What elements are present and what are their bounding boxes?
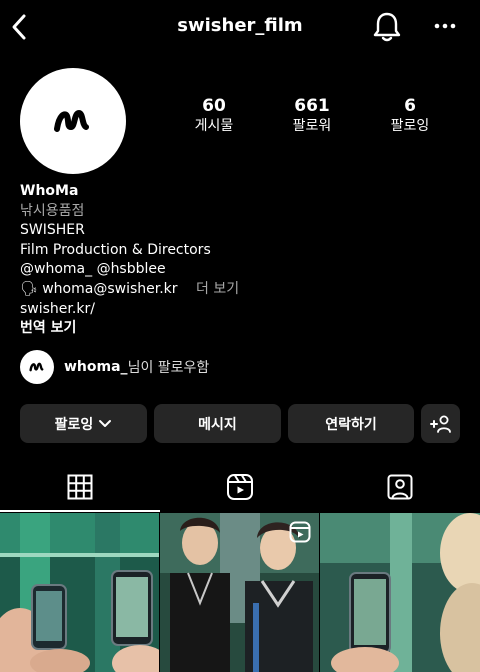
posts-label: 게시물 <box>194 118 234 134</box>
notifications-button[interactable] <box>370 10 404 44</box>
bio-email-line: 🗣 whoma@swisher.kr 더 보기 <box>20 280 460 300</box>
following-stat[interactable]: 6 팔로잉 <box>370 96 450 136</box>
post-image <box>0 513 159 672</box>
display-name: WhoMa <box>20 183 79 199</box>
active-tab-indicator <box>0 510 160 512</box>
translate-link[interactable]: 번역 보기 <box>20 319 460 339</box>
followers-stat[interactable]: 661 팔로워 <box>272 96 352 136</box>
email-text[interactable]: whoma@swisher.kr <box>42 281 177 297</box>
followers-count: 661 <box>294 96 330 116</box>
post-image <box>320 513 480 672</box>
bio-line-1: SWISHER <box>20 222 85 239</box>
whoma-logo-icon <box>29 362 44 372</box>
more-options-button[interactable] <box>430 12 460 40</box>
profile-bio: WhoMa 낚시용품점 SWISHER Film Production & Di… <box>20 182 460 339</box>
mention-link[interactable]: @whoma_ <box>20 261 92 277</box>
add-person-icon <box>429 415 451 433</box>
profile-category: 낚시용품점 <box>20 202 85 219</box>
message-button-label: 메시지 <box>198 416 237 433</box>
top-bar: swisher_film <box>0 0 480 56</box>
following-label: 팔로잉 <box>390 118 430 134</box>
tab-tagged[interactable] <box>383 470 417 504</box>
grid-icon <box>67 474 93 500</box>
followed-by-row[interactable]: whoma_ 님이 팔로우함 <box>20 349 460 385</box>
following-button[interactable]: 팔로잉 <box>20 404 147 443</box>
profile-tabs <box>0 462 480 512</box>
posts-grid <box>0 513 480 672</box>
contact-button-label: 연락하기 <box>325 416 377 433</box>
bell-icon <box>373 12 401 42</box>
see-more-link[interactable]: 더 보기 <box>196 281 239 297</box>
follower-name[interactable]: whoma_ <box>64 359 128 375</box>
tab-posts-grid[interactable] <box>63 470 97 504</box>
post-thumbnail[interactable] <box>0 513 159 672</box>
bio-line-2: Film Production & Directors <box>20 241 211 258</box>
posts-count: 60 <box>202 96 226 116</box>
followed-by-suffix: 님이 팔로우함 <box>127 360 210 376</box>
post-thumbnail[interactable] <box>320 513 480 672</box>
following-button-label: 팔로잉 <box>54 416 94 433</box>
more-icon <box>434 23 456 29</box>
swisher-logo-icon <box>54 110 89 132</box>
tagged-icon <box>387 474 413 500</box>
profile-avatar[interactable] <box>20 68 126 174</box>
chevron-down-icon <box>99 419 112 427</box>
speaking-head-icon: 🗣 <box>20 280 38 297</box>
message-button[interactable]: 메시지 <box>154 404 281 443</box>
posts-stat[interactable]: 60 게시물 <box>174 96 254 136</box>
tab-reels[interactable] <box>223 470 257 504</box>
bio-mentions: @whoma_ @hsbblee <box>20 260 460 280</box>
reels-badge-icon <box>289 521 311 547</box>
follower-avatar[interactable] <box>20 350 54 384</box>
reels-icon <box>227 474 253 500</box>
website-link[interactable]: swisher.kr/ <box>20 300 460 320</box>
mention-link[interactable]: @hsbblee <box>97 261 166 277</box>
followers-label: 팔로워 <box>292 118 332 134</box>
add-person-button[interactable] <box>421 404 460 443</box>
following-count: 6 <box>404 96 416 116</box>
contact-button[interactable]: 연락하기 <box>288 404 414 443</box>
profile-username: swisher_film <box>177 15 303 36</box>
